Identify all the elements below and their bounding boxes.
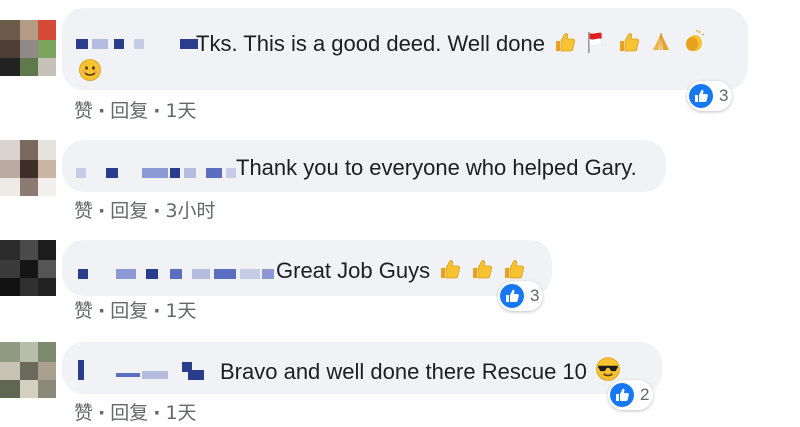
comment-text: Tks. This is a good deed. Well done bbox=[196, 30, 706, 57]
like-icon bbox=[689, 84, 713, 108]
avatar[interactable] bbox=[0, 240, 56, 296]
reaction-count[interactable]: 2 bbox=[608, 380, 654, 410]
thumbs-up-icon bbox=[617, 30, 641, 54]
thumbs-up-icon bbox=[470, 257, 494, 281]
author-name[interactable] bbox=[76, 342, 226, 394]
comment-text: Bravo and well done there Rescue 10 bbox=[220, 356, 621, 385]
author-name[interactable] bbox=[76, 240, 276, 296]
avatar[interactable] bbox=[0, 20, 56, 76]
like-icon bbox=[500, 284, 524, 308]
comment-bubble: Thank you to everyone who helped Gary. bbox=[62, 140, 666, 192]
comment-actions: 赞 · 回复 · 1天 bbox=[74, 296, 197, 323]
thumbs-up-icon bbox=[502, 257, 526, 281]
thumbs-up-icon bbox=[438, 257, 462, 281]
reply-action[interactable]: 回复 bbox=[110, 398, 148, 425]
sunglasses-face-icon bbox=[595, 356, 621, 382]
reply-action[interactable]: 回复 bbox=[110, 196, 148, 223]
reply-action[interactable]: 回复 bbox=[110, 296, 148, 323]
author-name[interactable] bbox=[76, 140, 238, 192]
folded-hands-icon bbox=[649, 30, 673, 54]
indonesia-flag-icon bbox=[585, 30, 609, 54]
reaction-count-label: 3 bbox=[719, 86, 729, 105]
like-icon bbox=[610, 383, 634, 407]
like-action[interactable]: 赞 bbox=[74, 398, 93, 425]
avatar[interactable] bbox=[0, 342, 56, 398]
clapping-hands-icon bbox=[682, 30, 706, 54]
comment-actions: 赞 · 回复 · 1天 bbox=[74, 398, 197, 425]
like-action[interactable]: 赞 bbox=[74, 296, 93, 323]
reaction-count-label: 2 bbox=[640, 385, 650, 404]
timestamp[interactable]: 1天 bbox=[165, 398, 196, 425]
reply-action[interactable]: 回复 bbox=[110, 96, 148, 123]
timestamp[interactable]: 1天 bbox=[165, 296, 196, 323]
avatar[interactable] bbox=[0, 140, 56, 196]
comment-text: Thank you to everyone who helped Gary. bbox=[236, 155, 637, 180]
comment-actions: 赞 · 回复 · 1天 bbox=[74, 96, 197, 123]
reaction-count[interactable]: 3 bbox=[498, 281, 544, 311]
timestamp[interactable]: 3小时 bbox=[165, 196, 215, 223]
reaction-count-label: 3 bbox=[530, 286, 540, 305]
comment-bubble: Bravo and well done there Rescue 10 bbox=[62, 342, 662, 394]
comment-text: Great Job Guys bbox=[276, 257, 526, 284]
reaction-count[interactable]: 3 bbox=[687, 81, 733, 111]
like-action[interactable]: 赞 bbox=[74, 196, 93, 223]
smiling-face-icon bbox=[78, 58, 102, 82]
comment-actions: 赞 · 回复 · 3小时 bbox=[74, 196, 216, 223]
like-action[interactable]: 赞 bbox=[74, 96, 93, 123]
comment-bubble: Great Job Guys bbox=[62, 240, 552, 296]
thumbs-up-icon bbox=[553, 30, 577, 54]
timestamp[interactable]: 1天 bbox=[165, 96, 196, 123]
comment-bubble: Tks. This is a good deed. Well done bbox=[62, 8, 748, 90]
